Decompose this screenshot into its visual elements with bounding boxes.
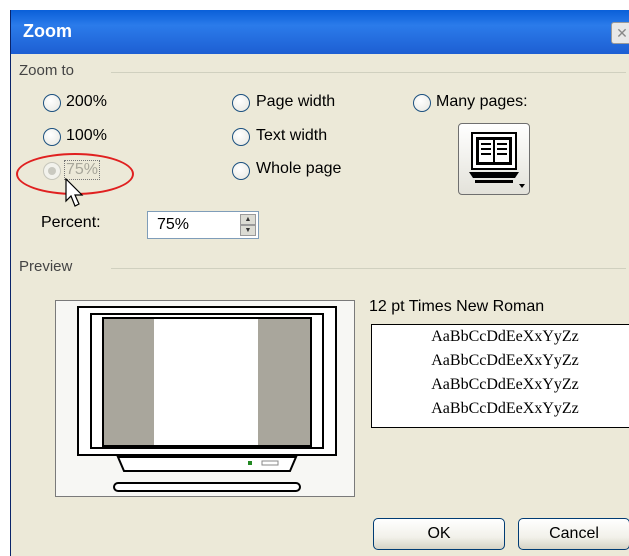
- percent-spinbox[interactable]: 75% ▲ ▼: [147, 211, 259, 239]
- percent-label: Percent:: [41, 214, 101, 231]
- radio-100[interactable]: [43, 128, 61, 146]
- preview-divider: [111, 268, 626, 269]
- radio-whole-page[interactable]: [232, 162, 250, 180]
- percent-value[interactable]: 75%: [157, 216, 189, 234]
- option-page-width-label[interactable]: Page width: [256, 93, 335, 111]
- option-100-label[interactable]: 100%: [66, 127, 107, 145]
- font-sample-box: AaBbCcDdEeXxYyZz AaBbCcDdEeXxYyZz AaBbCc…: [371, 324, 629, 428]
- close-icon: ✕: [616, 25, 628, 41]
- preview-label: Preview: [19, 258, 79, 275]
- zoom-to-label: Zoom to: [19, 62, 81, 79]
- zoom-dialog: Zoom ✕ Zoom to 200% 100% 75% Page width …: [10, 10, 629, 556]
- monitor-preview-icon: [77, 306, 337, 492]
- radio-200[interactable]: [43, 94, 61, 112]
- option-whole-page-label[interactable]: Whole page: [256, 160, 341, 178]
- sample-text-line: AaBbCcDdEeXxYyZz: [431, 352, 579, 369]
- mouse-cursor-icon: [65, 178, 84, 207]
- title-bar[interactable]: Zoom: [11, 10, 629, 54]
- preview-font-name: 12 pt Times New Roman: [369, 298, 545, 315]
- radio-text-width[interactable]: [232, 128, 250, 146]
- sample-text-line: AaBbCcDdEeXxYyZz: [431, 328, 579, 345]
- sample-text-line: AaBbCcDdEeXxYyZz: [431, 376, 579, 393]
- option-text-width-label[interactable]: Text width: [256, 127, 327, 145]
- spin-down-button[interactable]: ▼: [240, 225, 256, 236]
- radio-page-width[interactable]: [232, 94, 250, 112]
- preview-image: [55, 300, 355, 497]
- sample-text-line: AaBbCcDdEeXxYyZz: [431, 400, 579, 417]
- ok-button[interactable]: OK: [373, 518, 505, 550]
- many-pages-button[interactable]: [458, 123, 530, 195]
- zoom-to-divider: [111, 72, 626, 73]
- option-many-pages-label[interactable]: Many pages:: [436, 93, 528, 111]
- dialog-title: Zoom: [23, 21, 72, 41]
- cancel-button[interactable]: Cancel: [518, 518, 629, 550]
- spin-buttons: ▲ ▼: [240, 214, 256, 236]
- radio-many-pages[interactable]: [413, 94, 431, 112]
- spin-up-button[interactable]: ▲: [240, 214, 256, 225]
- option-200-label[interactable]: 200%: [66, 93, 107, 111]
- monitor-book-icon: [469, 132, 525, 188]
- close-button[interactable]: ✕: [611, 22, 629, 44]
